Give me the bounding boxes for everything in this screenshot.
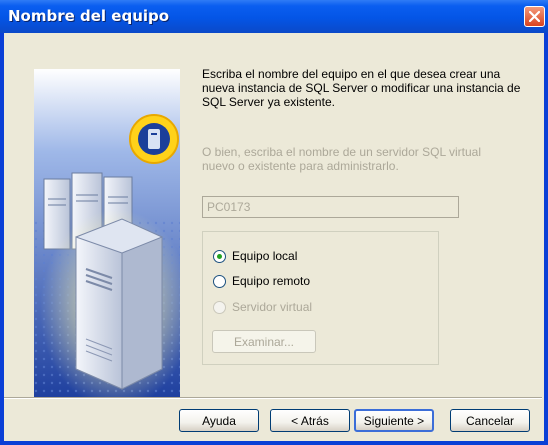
next-button[interactable]: Siguiente > (354, 409, 434, 432)
server-name-input[interactable] (202, 196, 459, 218)
close-button[interactable] (524, 6, 545, 27)
button-separator (4, 397, 542, 399)
browse-button[interactable]: Examinar... (212, 330, 316, 353)
close-icon (529, 11, 540, 22)
cancel-button[interactable]: Cancelar (450, 409, 530, 432)
radio-label: Servidor virtual (232, 300, 313, 314)
radio-dot[interactable] (213, 249, 226, 263)
virtual-server-note: O bien, escriba el nombre de un servidor… (202, 145, 482, 173)
sql-server-computers-illustration (34, 69, 180, 399)
title-bar[interactable]: Nombre del equipo (0, 0, 548, 33)
intro-text: Escriba el nombre del equipo en el que d… (202, 67, 521, 109)
radio-dot[interactable] (213, 274, 226, 288)
computer-type-group: Equipo local Equipo remoto Servidor virt… (202, 231, 439, 365)
help-button[interactable]: Ayuda (179, 409, 259, 432)
radio-local-computer[interactable]: Equipo local (213, 248, 297, 264)
radio-label: Equipo local (232, 249, 298, 263)
radio-remote-computer[interactable]: Equipo remoto (213, 273, 310, 289)
window-title: Nombre del equipo (8, 7, 170, 25)
radio-label: Equipo remoto (232, 274, 311, 288)
dialog-body: Escriba el nombre del equipo en el que d… (4, 33, 544, 441)
dialog-window: Nombre del equipo Escriba el nombre del … (0, 0, 548, 445)
radio-virtual-server[interactable]: Servidor virtual (213, 299, 312, 315)
back-button[interactable]: < Atrás (270, 409, 350, 432)
radio-dot[interactable] (213, 300, 226, 314)
